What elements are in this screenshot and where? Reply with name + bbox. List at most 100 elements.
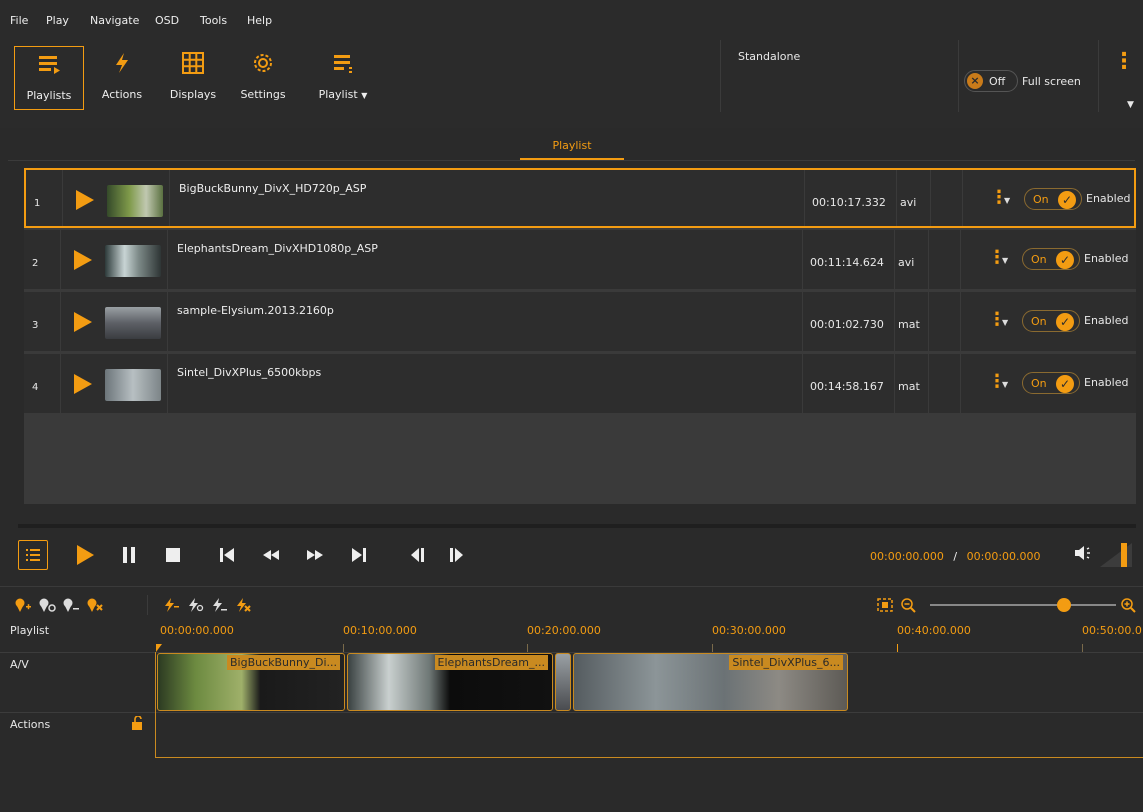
media-duration: 00:11:14.624 (810, 256, 884, 269)
zoom-out-icon[interactable] (898, 595, 920, 615)
playlist-row[interactable]: 4 Sintel_DivXPlus_6500kbps 00:14:58.167 … (24, 354, 1136, 414)
menu-help[interactable]: Help (247, 14, 272, 27)
timeline-clip[interactable]: Sintel_DivXPlus_6... (573, 653, 848, 711)
video-thumbnail (105, 369, 161, 401)
add-marker-icon[interactable] (12, 595, 34, 615)
next-button[interactable] (344, 540, 374, 570)
playhead-line (155, 652, 156, 758)
menu-osd[interactable]: OSD (155, 14, 179, 27)
toggle-state: On (1031, 315, 1047, 328)
menu-tools[interactable]: Tools (200, 14, 227, 27)
cell-divider (60, 230, 61, 289)
fullscreen-toggle[interactable]: × Off (964, 70, 1018, 92)
ruler-tick (527, 644, 528, 652)
play-icon[interactable] (74, 374, 92, 394)
current-time: 00:00:00.000 (870, 550, 944, 563)
play-button[interactable] (70, 540, 100, 570)
ruler-tick (712, 644, 713, 652)
remove-action-icon[interactable] (208, 595, 230, 615)
enable-toggle[interactable]: On ✓ (1022, 248, 1080, 270)
rewind-button[interactable] (256, 540, 286, 570)
playlist-menu-button[interactable]: Playlist ▼ (312, 46, 374, 110)
enable-toggle[interactable]: On ✓ (1022, 372, 1080, 394)
step-forward-button[interactable] (442, 540, 472, 570)
marker-settings-icon[interactable] (36, 595, 58, 615)
timeline-clip[interactable]: ElephantsDream_... (347, 653, 553, 711)
enabled-label: Enabled (1086, 192, 1131, 205)
ruler-label: 00:40:00.000 (897, 624, 971, 637)
chevron-down-icon[interactable]: ▼ (1002, 256, 1008, 265)
cell-divider (804, 170, 805, 226)
fit-to-window-icon[interactable] (874, 595, 896, 615)
zoom-slider[interactable] (930, 598, 1116, 612)
fast-forward-button[interactable] (300, 540, 330, 570)
cell-divider (169, 170, 170, 226)
ruler-label: 00:20:00.000 (527, 624, 601, 637)
zoom-in-icon[interactable] (1118, 595, 1140, 615)
rewind-icon (263, 550, 279, 560)
fullscreen-state: Off (989, 75, 1006, 88)
cell-divider (960, 292, 961, 351)
volume-slider[interactable] (1100, 543, 1132, 570)
clear-markers-icon[interactable] (84, 595, 106, 615)
zoom-slider-thumb[interactable] (1056, 598, 1071, 612)
timeline: Playlist 00:00:00.000 00:10:00.000 00:20… (0, 620, 1143, 812)
clear-actions-icon[interactable] (232, 595, 254, 615)
tab-playlist[interactable]: Playlist (520, 130, 624, 160)
chevron-down-icon[interactable]: ▼ (1004, 196, 1010, 205)
check-circle-icon: ✓ (1058, 191, 1076, 209)
menu-navigate[interactable]: Navigate (90, 14, 139, 27)
track-divider (156, 757, 1143, 758)
toggle-state: On (1033, 193, 1049, 206)
volume-icon[interactable] (1074, 545, 1094, 564)
skip-previous-icon (220, 548, 234, 562)
chevron-down-icon[interactable]: ▼ (1002, 380, 1008, 389)
actions-button[interactable]: Actions (92, 46, 152, 110)
toolbar-divider (147, 595, 148, 615)
action-settings-icon[interactable] (184, 595, 206, 615)
playlist-row[interactable]: 2 ElephantsDream_DivXHD1080p_ASP 00:11:1… (24, 230, 1136, 290)
add-action-icon[interactable] (160, 595, 182, 615)
enable-toggle[interactable]: On ✓ (1022, 310, 1080, 332)
menu-file[interactable]: File (10, 14, 28, 27)
playlist-toggle-button[interactable] (18, 540, 48, 570)
toggle-state: On (1031, 377, 1047, 390)
chevron-down-icon[interactable]: ▼ (1002, 318, 1008, 327)
step-back-button[interactable] (402, 540, 432, 570)
main-toolbar: Playlists Actions Displays Settings Play… (0, 40, 1143, 128)
seek-bar[interactable] (18, 524, 1136, 528)
cell-divider (960, 354, 961, 413)
playlist-row[interactable]: 3 sample-Elysium.2013.2160p 00:01:02.730… (24, 292, 1136, 352)
play-icon[interactable] (76, 190, 94, 210)
timeline-clip[interactable]: BigBuckBunny_Di... (157, 653, 345, 711)
media-duration: 00:14:58.167 (810, 380, 884, 393)
play-icon[interactable] (74, 250, 92, 270)
video-thumbnail (105, 307, 161, 339)
play-icon[interactable] (74, 312, 92, 332)
remove-marker-icon[interactable] (60, 595, 82, 615)
cell-divider (894, 230, 895, 289)
overflow-arrow-icon[interactable]: ▼ (1127, 100, 1134, 110)
enable-toggle[interactable]: On ✓ (1024, 188, 1082, 210)
playlist-table: 1 BigBuckBunny_DivX_HD720p_ASP 00:10:17.… (24, 168, 1136, 504)
settings-button[interactable]: Settings (232, 46, 294, 110)
cell-divider (960, 230, 961, 289)
menu-play[interactable]: Play (46, 14, 69, 27)
previous-button[interactable] (212, 540, 242, 570)
timeline-toolbar (0, 586, 1143, 620)
cell-divider (167, 230, 168, 289)
track-divider (0, 712, 1143, 713)
timeline-clip[interactable] (555, 653, 571, 711)
playlists-button[interactable]: Playlists (14, 46, 84, 110)
playlist-row[interactable]: 1 BigBuckBunny_DivX_HD720p_ASP 00:10:17.… (24, 168, 1136, 228)
more-vertical-icon[interactable]: ⋮ (1113, 51, 1135, 73)
cell-divider (60, 354, 61, 413)
pause-button[interactable] (114, 540, 144, 570)
stop-button[interactable] (158, 540, 188, 570)
displays-button[interactable]: Displays (162, 46, 224, 110)
unlock-icon[interactable] (131, 715, 145, 733)
video-thumbnail (107, 185, 163, 217)
close-circle-icon: × (967, 73, 983, 89)
media-name: BigBuckBunny_DivX_HD720p_ASP (179, 182, 367, 195)
playhead-marker[interactable] (156, 644, 162, 652)
